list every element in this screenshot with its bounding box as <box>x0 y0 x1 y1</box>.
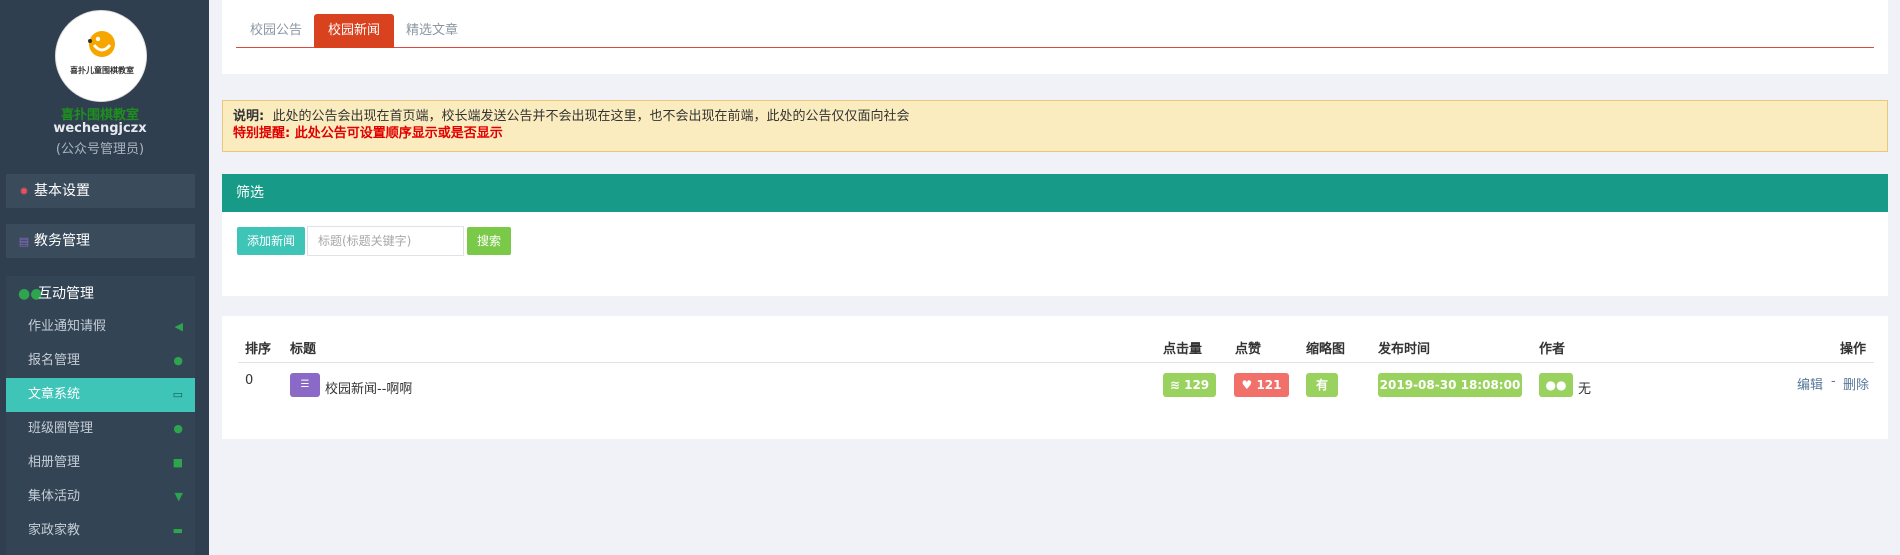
sub-item-label: 集体活动 <box>28 489 81 504</box>
filter-body: 添加新闻 搜索 <box>222 212 1888 296</box>
header-order: 排序 <box>245 342 272 357</box>
sidebar-item-albums[interactable]: 相册管理 ■ <box>6 446 195 480</box>
tab-campus-announcement[interactable]: 校园公告 <box>236 14 316 48</box>
delete-link[interactable]: 删除 <box>1843 374 1869 393</box>
menu-interaction-management: ●●互动管理 作业通知请假 ◀ 报名管理 ● 文章系统 ▭ 班级圈管理 ● 相册… <box>6 276 195 555</box>
tab-bar: 校园公告 校园新闻 精选文章 <box>236 14 1874 48</box>
thumbnail-badge: 有 <box>1306 373 1338 397</box>
sidebar-item-registration[interactable]: 报名管理 ● <box>6 344 195 378</box>
chat-icon: ● <box>173 354 183 367</box>
heart-icon: ♥ <box>1241 378 1253 392</box>
sub-item-label: 作业通知请假 <box>28 319 107 334</box>
sub-item-label: 相册管理 <box>28 455 81 470</box>
menu-basic-settings[interactable]: ✹ 基本设置 <box>6 174 195 208</box>
edit-link[interactable]: 编辑 <box>1797 374 1823 393</box>
notice-line: 说明: 此处的公告会出现在首页端，校长端发送公告并不会出现在这里，也不会出现在前… <box>233 108 1877 125</box>
database-icon: ▤ <box>18 235 30 248</box>
sidebar-item-homework[interactable]: 作业通知请假 ◀ <box>6 310 195 344</box>
action-separator: - <box>1831 374 1836 389</box>
header-author: 作者 <box>1539 342 1566 357</box>
tabs-panel: 校园公告 校园新闻 精选文章 <box>222 0 1888 74</box>
search-input[interactable] <box>307 226 464 256</box>
school-logo: 喜扑儿童围棋教室 <box>55 10 147 102</box>
header-published: 发布时间 <box>1378 342 1431 357</box>
tab-campus-news[interactable]: 校园新闻 <box>314 14 395 48</box>
menu-label: 互动管理 <box>38 286 94 302</box>
news-table: 排序 标题 点击量 点赞 缩略图 发布时间 作者 操作 0 ☰ 校园新闻--啊啊… <box>222 316 1888 439</box>
logo-icon <box>88 31 115 57</box>
header-likes: 点赞 <box>1235 342 1262 357</box>
likes-count: 121 <box>1256 378 1282 392</box>
sidebar: 喜扑儿童围棋教室 喜扑围棋教室 wechengjczx (公众号管理员) ✹ 基本… <box>0 0 209 555</box>
gear-icon: ✹ <box>19 185 29 198</box>
trophy-icon: ▼ <box>174 490 183 503</box>
menu-label: 基本设置 <box>34 183 90 199</box>
notice-text: 此处的公告会出现在首页端，校长端发送公告并不会出现在这里，也不会出现在前端，此处… <box>272 109 910 124</box>
filter-header: 筛选 <box>222 174 1888 212</box>
menu-label: 教务管理 <box>34 233 90 249</box>
published-badge: 2019-08-30 18:08:00 <box>1378 373 1522 397</box>
sidebar-item-articles[interactable]: 文章系统 ▭ <box>6 378 195 412</box>
sub-item-label: 报名管理 <box>28 353 81 368</box>
notice-box: 说明: 此处的公告会出现在首页端，校长端发送公告并不会出现在这里，也不会出现在前… <box>222 100 1888 152</box>
chat-icon: ● <box>173 422 183 435</box>
chat-icon: ●● <box>18 286 43 302</box>
cell-title[interactable]: 校园新闻--啊啊 <box>325 378 412 397</box>
sidebar-item-class-circle[interactable]: 班级圈管理 ● <box>6 412 195 446</box>
cell-order: 0 <box>245 373 254 388</box>
list-icon: ☰ <box>290 373 320 397</box>
user-role: (公众号管理员) <box>55 142 145 157</box>
sidebar-item-activities[interactable]: 集体活动 ▼ <box>6 480 195 514</box>
logo-text: 喜扑儿童围棋教室 <box>70 66 134 75</box>
rss-icon: ≋ <box>1169 378 1180 392</box>
sidebar-item-tutoring[interactable]: 家政家教 ▬ <box>6 514 195 548</box>
header-thumbnail: 缩略图 <box>1306 342 1346 357</box>
notice-label: 说明: <box>233 109 265 124</box>
notice-warning: 特别提醒: 此处公告可设置顺序显示或是否显示 <box>233 126 503 141</box>
views-badge: ≋ 129 <box>1163 373 1216 397</box>
megaphone-icon: ◀ <box>174 320 183 333</box>
likes-badge: ♥ 121 <box>1234 373 1289 397</box>
header-title: 标题 <box>290 342 317 357</box>
username: wechengjczx <box>53 121 147 136</box>
tab-featured-articles[interactable]: 精选文章 <box>392 14 472 48</box>
header-divider <box>238 362 1874 363</box>
sub-item-label: 班级圈管理 <box>28 421 94 436</box>
header-views: 点击量 <box>1163 342 1203 357</box>
sub-item-label: 家政家教 <box>28 523 81 538</box>
menu-academic-management[interactable]: ▤ 教务管理 <box>6 224 195 258</box>
chat-icon: ●● <box>1539 373 1573 397</box>
add-news-button[interactable]: 添加新闻 <box>237 227 305 255</box>
sub-item-label: 文章系统 <box>28 387 81 402</box>
search-button[interactable]: 搜索 <box>467 227 511 255</box>
header-actions: 操作 <box>1840 342 1867 357</box>
camera-icon: ■ <box>172 456 183 469</box>
cell-author: 无 <box>1578 382 1592 397</box>
monitor-icon: ▭ <box>172 388 183 401</box>
menu-interaction-title[interactable]: ●●互动管理 <box>6 276 195 310</box>
coffee-icon: ▬ <box>172 524 183 537</box>
views-count: 129 <box>1184 378 1210 392</box>
